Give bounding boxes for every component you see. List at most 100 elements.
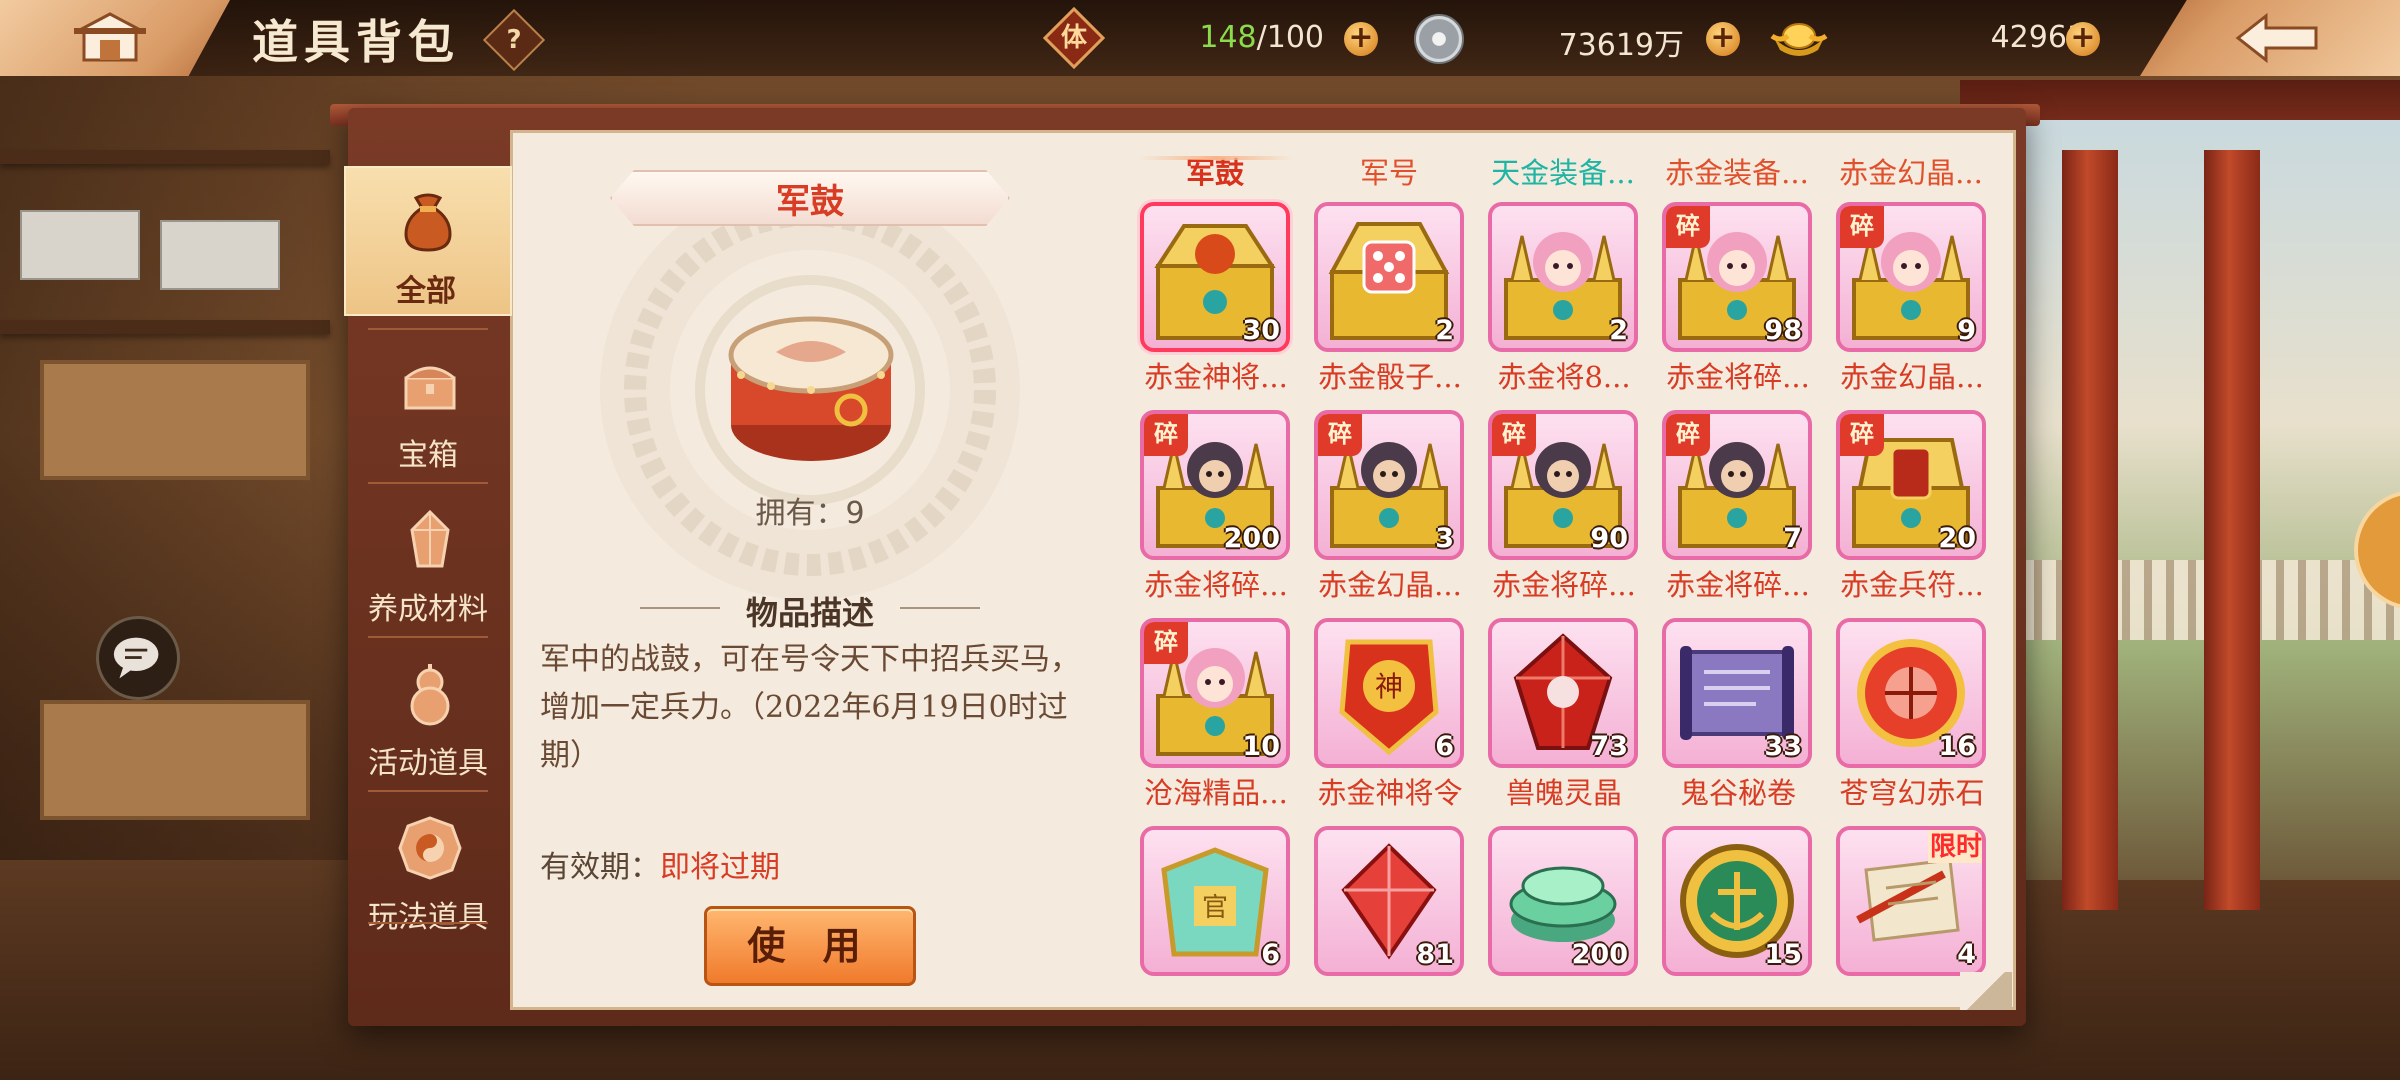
red-pillar <box>2204 150 2260 910</box>
owned-count: 拥有：9 <box>755 496 865 531</box>
chat-button[interactable] <box>96 616 180 700</box>
item-slot[interactable]: 限时 4 <box>1836 826 1986 976</box>
stamina-current: 148 <box>1199 20 1257 55</box>
divider <box>368 790 488 792</box>
tab-bugle[interactable]: 军号 <box>1304 150 1474 192</box>
item-count: 15 <box>1764 939 1802 970</box>
fragment-badge: 碎 <box>1144 414 1188 456</box>
shelf <box>0 320 330 334</box>
tab-sky-gold-gear[interactable]: 天金装备... <box>1478 150 1648 192</box>
shelf <box>0 150 330 164</box>
item-slot[interactable]: 碎7 <box>1662 410 1812 560</box>
sidebar-item-event[interactable]: 活动道具 <box>348 640 508 790</box>
item-count: 30 <box>1242 315 1280 346</box>
money-bag-icon <box>404 193 452 252</box>
page-title: 道具背包 <box>252 15 460 69</box>
item-slot[interactable]: 73 <box>1488 618 1638 768</box>
page-curl <box>1960 972 2012 1010</box>
item-slot[interactable]: 碎9 <box>1836 202 1986 352</box>
divider <box>368 328 488 330</box>
item-count: 73 <box>1590 731 1628 762</box>
tab-red-gold-gear[interactable]: 赤金装备... <box>1652 150 1822 192</box>
gold-value: 42961 <box>1990 20 2086 55</box>
sidebar-item-materials[interactable]: 养成材料 <box>348 486 508 636</box>
item-count: 4 <box>1957 939 1976 970</box>
item-count: 3 <box>1435 523 1454 554</box>
item-name-label: 赤金将碎... <box>1492 568 1636 602</box>
drawer-decoration <box>40 360 310 480</box>
home-icon <box>74 12 146 62</box>
books-decoration <box>160 220 280 290</box>
use-button-label: 使 用 <box>747 923 873 968</box>
fragment-badge: 碎 <box>1666 206 1710 248</box>
item-count: 7 <box>1783 523 1802 554</box>
item-slot[interactable]: 碎3 <box>1314 410 1464 560</box>
item-slot[interactable]: 2 <box>1488 202 1638 352</box>
item-count: 6 <box>1435 731 1454 762</box>
gold-ingot-icon <box>1770 23 1828 56</box>
fragment-badge: 碎 <box>1144 622 1188 664</box>
active-tab-indicator <box>1138 156 1294 160</box>
item-name-label: 赤金将碎... <box>1666 568 1810 602</box>
item-description: 军中的战鼓，可在号令天下中招兵买马，增加一定兵力。（2022年6月19日0时过期… <box>540 642 1080 773</box>
item-slot[interactable]: 16 <box>1836 618 1986 768</box>
item-name-label: 赤金幻晶... <box>1318 568 1462 602</box>
item-count: 6 <box>1261 939 1280 970</box>
item-count: 81 <box>1416 939 1454 970</box>
war-drum-icon <box>728 316 894 461</box>
use-button[interactable]: 使 用 <box>704 906 916 986</box>
add-stamina-button[interactable]: + <box>1344 22 1378 56</box>
item-count: 33 <box>1764 731 1802 762</box>
sidebar-item-label: 全部 <box>396 274 456 309</box>
item-name-label: 赤金将碎... <box>1144 568 1288 602</box>
sidebar-item-all[interactable]: 全部 <box>344 166 512 316</box>
item-count: 20 <box>1938 523 1976 554</box>
item-slot[interactable]: 碎 200 <box>1140 410 1290 560</box>
item-count: 10 <box>1242 731 1280 762</box>
item-slot[interactable]: 碎 20 <box>1836 410 1986 560</box>
item-slot[interactable]: 2 <box>1314 202 1464 352</box>
item-count: 200 <box>1223 523 1280 554</box>
item-name-label: 赤金将碎... <box>1666 360 1810 394</box>
item-slot[interactable]: 81 <box>1314 826 1464 976</box>
selected-item-name: 军鼓 <box>776 182 844 222</box>
item-name-label: 鬼谷秘卷 <box>1679 776 1796 810</box>
divider <box>368 482 488 484</box>
item-slot[interactable]: 碎 10 <box>1140 618 1290 768</box>
silver-coin-icon <box>1414 14 1464 64</box>
add-gold-button[interactable]: + <box>2066 22 2100 56</box>
sidebar-item-label: 养成材料 <box>368 592 488 627</box>
item-slot[interactable]: 官6 <box>1140 826 1290 976</box>
item-slot[interactable]: 200 <box>1488 826 1638 976</box>
svg-text:神: 神 <box>1375 670 1403 703</box>
crystal-icon <box>410 509 450 568</box>
item-count: 16 <box>1938 731 1976 762</box>
gourd-icon <box>410 664 450 726</box>
add-silver-button[interactable]: + <box>1706 22 1740 56</box>
svg-text:官: 官 <box>1202 893 1228 923</box>
item-name-label: 赤金兵符... <box>1840 568 1984 602</box>
fragment-badge: 碎 <box>1492 414 1536 456</box>
item-name-label: 赤金神将令 <box>1317 776 1463 810</box>
item-slot[interactable]: 30 <box>1140 202 1290 352</box>
item-name-label: 沧海精品... <box>1144 776 1288 810</box>
item-name-label: 苍穹幻赤石 <box>1839 776 1985 810</box>
sidebar-item-chest[interactable]: 宝箱 <box>348 332 508 482</box>
item-count: 2 <box>1435 315 1454 346</box>
item-slot[interactable]: 33 <box>1662 618 1812 768</box>
item-count: 98 <box>1764 315 1802 346</box>
description-title: 物品描述 <box>745 594 874 632</box>
item-slot[interactable]: 碎 90 <box>1488 410 1638 560</box>
item-slot[interactable]: 碎 98 <box>1662 202 1812 352</box>
fragment-badge: 碎 <box>1840 414 1884 456</box>
item-slot[interactable]: 神6 <box>1314 618 1464 768</box>
item-slot[interactable]: 15 <box>1662 826 1812 976</box>
sidebar-item-label: 活动道具 <box>368 746 488 781</box>
item-grid: 军鼓 军号 天金装备... 赤金装备... 赤金幻晶... 30 赤金神将... 2 赤金骰子.… <box>1120 146 2000 986</box>
fragment-badge: 碎 <box>1318 414 1362 456</box>
tab-red-gold-crystal[interactable]: 赤金幻晶... <box>1826 150 1996 192</box>
description-header: 物品描述 <box>640 582 980 632</box>
item-count: 2 <box>1609 315 1628 346</box>
item-count: 200 <box>1571 939 1628 970</box>
category-sidebar: 全部 宝箱 养成材料 活动道具 玩法道具 <box>344 160 512 940</box>
